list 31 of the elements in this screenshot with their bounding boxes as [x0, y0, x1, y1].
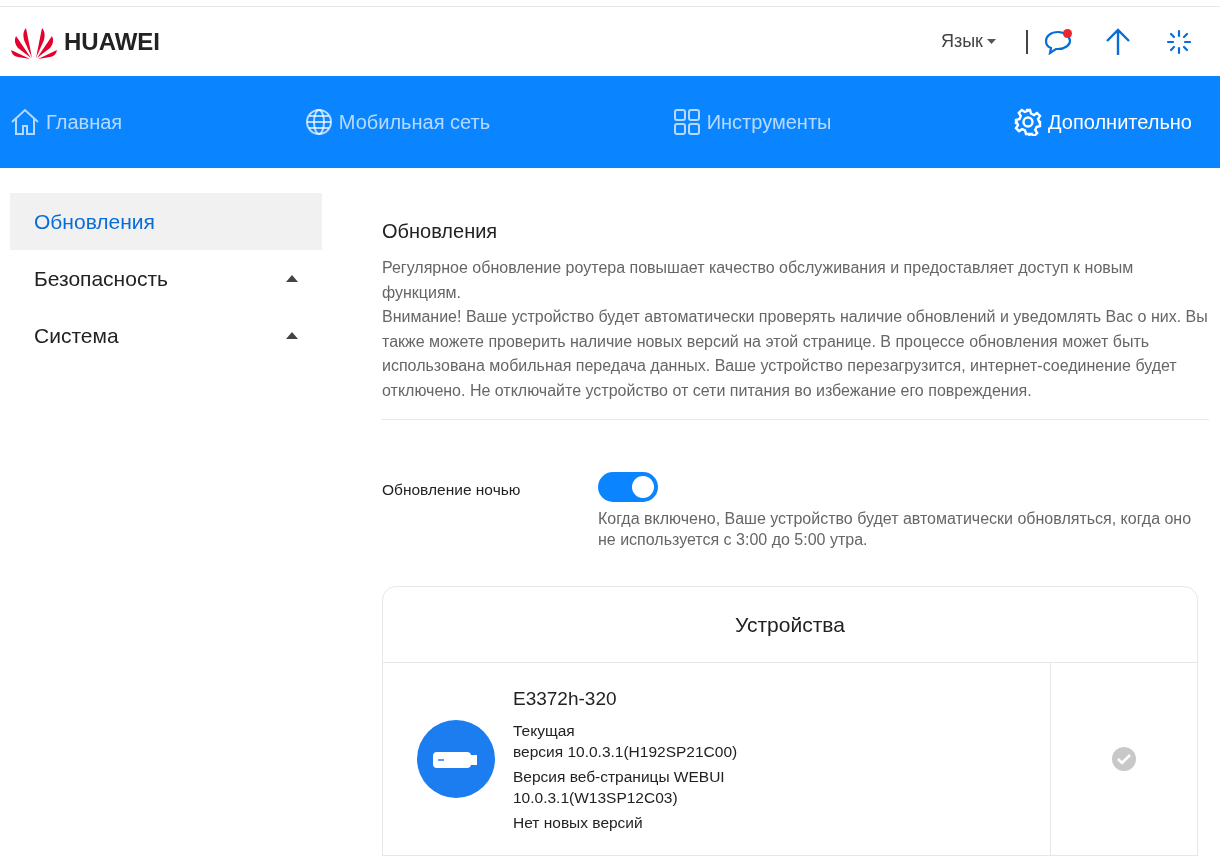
device-name: E3372h-320: [513, 687, 618, 711]
toggle-switch[interactable]: [598, 472, 658, 502]
settings-icon: [1014, 108, 1043, 136]
language-dropdown[interactable]: Язык: [940, 28, 996, 55]
refresh-button[interactable]: [1166, 28, 1192, 55]
sidebar-item[interactable]: Безопасность: [10, 250, 322, 307]
nav-tab[interactable]: Мобильная сеть: [304, 107, 491, 137]
setting-hint: Когда включено, Ваше устройство будет автоматически обновляться, когда оно не используется с 3:00 до 5:00 утра.: [598, 509, 1193, 550]
brand-name: HUAWEI: [64, 26, 160, 57]
nav-tab[interactable]: Инструменты: [672, 107, 832, 137]
version-text: Текущая версия 10.0.3.1(H192SP21C00): [513, 720, 738, 762]
section-title: Обновления: [382, 219, 499, 244]
caret-icon: [987, 39, 996, 44]
arrow-up-icon: [1104, 27, 1132, 56]
upload-button[interactable]: [1104, 27, 1132, 56]
sidebar-item[interactable]: Обновления: [10, 193, 322, 250]
version-text: Версия веб-страницы WEBUI 10.0.3.1(W13SP12C03): [513, 766, 726, 808]
setting-label: Обновление ночью: [382, 480, 522, 500]
card-title: Устройства: [735, 611, 845, 638]
loading-spinner-icon: [1166, 28, 1192, 55]
description-text: Внимание! Ваше устройство будет автоматически проверять наличие обновлений и уведомлять Вас о них. Вы также можете проверить наличие новых версий на этой странице. В процессе обновления может быть использована мобильная передача данных. Ваше устройство перезагрузится, интернет-соединение будет отключено. Не отключайте устройство от сети питания во избежание его повреждения.: [382, 307, 1209, 401]
grid-icon: [672, 108, 701, 136]
description-text: Регулярное обновление роутера повышает качество обслуживания и предоставляет доступ к новым функциям.: [382, 258, 1135, 303]
globe-icon: [304, 108, 333, 136]
chat-bubble-icon: [1044, 28, 1072, 55]
status-text: Нет новых версий: [513, 812, 644, 833]
home-icon: [10, 108, 40, 136]
sidebar-item[interactable]: Система: [10, 307, 322, 364]
usb-modem-icon: [417, 719, 495, 798]
nav-tab[interactable]: Главная: [10, 107, 123, 137]
nav-tab[interactable]: Дополнительно: [1014, 107, 1192, 137]
